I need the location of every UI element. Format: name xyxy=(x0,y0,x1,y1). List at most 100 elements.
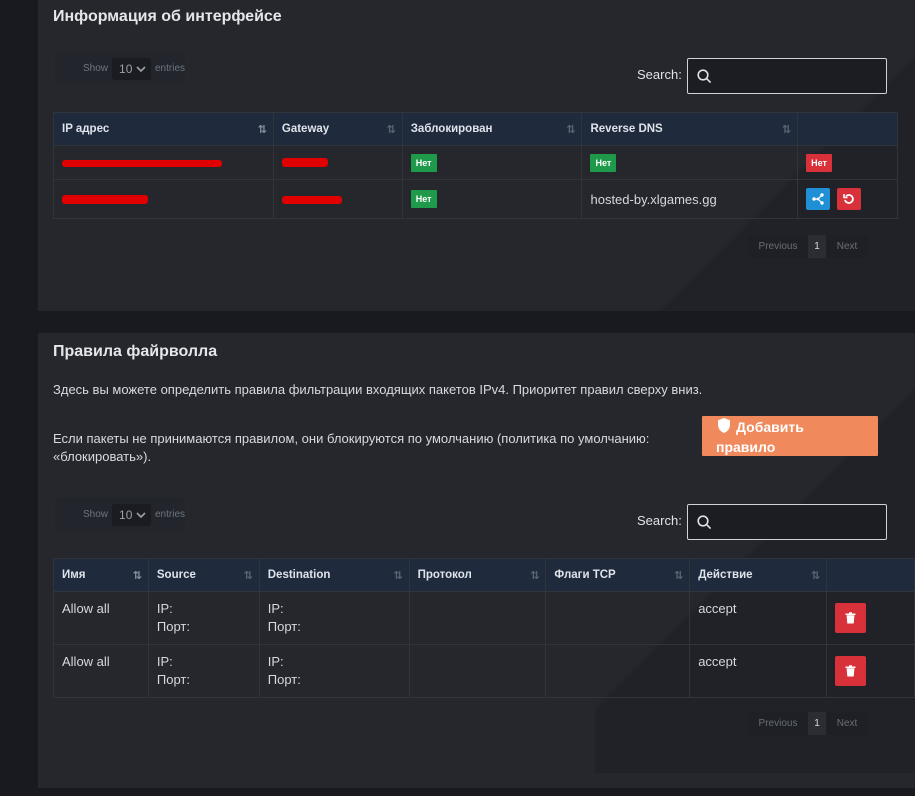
rdns-cell: Нет xyxy=(581,145,799,180)
interface-info-card: Информация об интерфейсе Show 10 entries… xyxy=(38,0,915,311)
pagination: Previous 1 Next xyxy=(748,712,868,735)
action-cell: accept xyxy=(689,591,828,645)
show-label: Show xyxy=(83,63,109,74)
entries-select[interactable]: 10 xyxy=(112,503,151,526)
table-row: Нет hosted-by.xlgames.gg xyxy=(53,179,898,219)
page-button[interactable]: 1 xyxy=(808,235,826,258)
search-label: Search: xyxy=(637,67,682,82)
table-row: Allow all IP: Порт: IP: Порт: accept xyxy=(53,644,915,698)
col-gateway[interactable]: Gateway ⇅ xyxy=(272,112,403,146)
table-row: Нет Нет Нет xyxy=(53,145,898,180)
actions-cell xyxy=(797,179,898,219)
entries-label: entries xyxy=(154,509,185,520)
prev-page-button[interactable]: Previous xyxy=(748,712,808,735)
col-delete xyxy=(826,558,915,592)
next-page-button[interactable]: Next xyxy=(826,235,868,258)
rule-name-cell: Allow all xyxy=(53,591,149,645)
col-tcp-flags[interactable]: Флаги TCP ⇅ xyxy=(545,558,691,592)
reset-button[interactable] xyxy=(836,188,861,210)
tcp-flags-cell xyxy=(545,591,691,645)
delete-rule-button[interactable] xyxy=(835,656,867,686)
trash-icon xyxy=(845,612,856,624)
trash-icon xyxy=(845,665,856,677)
chevron-down-icon xyxy=(136,511,146,518)
network-icon xyxy=(812,193,824,205)
delete-rule-button[interactable] xyxy=(835,603,867,633)
firewall-card-title: Правила файрволла xyxy=(53,343,218,360)
next-page-button[interactable]: Next xyxy=(826,712,868,735)
gateway-cell xyxy=(272,179,403,219)
firewall-rules-table: Имя ⇅ Source ⇅ Destination ⇅ Протокол ⇅ Флаг… xyxy=(53,558,915,698)
status-badge: Нет xyxy=(590,153,617,172)
sort-icon: ⇅ xyxy=(132,570,142,582)
search-icon xyxy=(697,515,712,530)
redacted-gateway xyxy=(281,158,328,167)
status-badge: Нет xyxy=(410,190,437,208)
reset-icon xyxy=(842,194,854,204)
search-input[interactable] xyxy=(687,504,887,540)
sort-icon: ⇅ xyxy=(386,124,396,136)
actions-cell: Нет xyxy=(797,145,898,180)
tcp-flags-cell xyxy=(545,644,691,698)
redacted-ip xyxy=(62,160,222,167)
blocked-cell: Нет xyxy=(401,145,583,180)
sort-icon: ⇅ xyxy=(243,570,253,582)
entries-value: 10 xyxy=(119,507,133,522)
blocked-cell: Нет xyxy=(401,179,583,219)
col-source[interactable]: Source ⇅ xyxy=(147,558,260,592)
delete-cell xyxy=(826,591,915,645)
destination-cell: IP: Порт: xyxy=(258,644,410,698)
col-destination[interactable]: Destination ⇅ xyxy=(258,558,410,592)
firewall-default-policy: Если пакеты не принимаются правилом, они… xyxy=(53,431,650,464)
interface-table: IP адрес ⇅ Gateway ⇅ Заблокирован ⇅ Reverse… xyxy=(53,112,898,219)
delete-cell xyxy=(826,644,915,698)
network-button[interactable] xyxy=(806,188,831,210)
protocol-cell xyxy=(408,591,547,645)
col-protocol[interactable]: Протокол ⇅ xyxy=(408,558,547,592)
col-actions xyxy=(797,112,898,146)
show-label: Show xyxy=(83,509,109,520)
col-name[interactable]: Имя ⇅ xyxy=(53,558,149,592)
sort-icon: ⇅ xyxy=(673,570,683,582)
firewall-card: Правила файрволла Здесь вы можете опреде… xyxy=(38,333,915,788)
entries-length-control: Show 10 entries xyxy=(55,52,185,85)
protocol-cell xyxy=(408,644,547,698)
redacted-ip xyxy=(62,194,148,204)
sort-icon: ⇅ xyxy=(257,124,267,136)
ip-cell xyxy=(53,179,274,219)
search-label: Search: xyxy=(637,513,682,528)
action-cell: accept xyxy=(689,644,828,698)
pagination: Previous 1 Next xyxy=(748,235,868,258)
page-button[interactable]: 1 xyxy=(808,712,826,735)
entries-label: entries xyxy=(154,63,185,74)
table-row: Allow all IP: Порт: IP: Порт: accept xyxy=(53,591,915,645)
add-rule-button[interactable]: Добавить правило xyxy=(702,416,878,456)
sort-icon: ⇅ xyxy=(393,570,402,582)
col-blocked[interactable]: Заблокирован ⇅ xyxy=(401,112,583,146)
source-cell: IP: Порт: xyxy=(147,591,260,645)
prev-page-button[interactable]: Previous xyxy=(748,235,808,258)
interface-card-title: Информация об интерфейсе xyxy=(53,8,282,25)
shield-icon xyxy=(718,418,730,433)
sort-icon: ⇅ xyxy=(566,124,575,136)
sort-icon: ⇅ xyxy=(810,570,820,582)
col-action[interactable]: Действие ⇅ xyxy=(689,558,828,592)
redacted-gateway xyxy=(281,195,342,204)
status-badge: Нет xyxy=(410,153,437,172)
rule-name-cell: Allow all xyxy=(53,644,149,698)
col-ip[interactable]: IP адрес ⇅ xyxy=(53,112,274,146)
entries-value: 10 xyxy=(119,61,133,76)
chevron-down-icon xyxy=(136,65,146,72)
ip-cell xyxy=(53,145,274,180)
search-icon xyxy=(697,69,712,84)
firewall-description: Здесь вы можете определить правила фильт… xyxy=(53,382,703,397)
entries-select[interactable]: 10 xyxy=(112,57,151,80)
source-cell: IP: Порт: xyxy=(147,644,260,698)
sort-icon: ⇅ xyxy=(781,124,791,136)
entries-length-control: Show 10 entries xyxy=(55,498,185,531)
destination-cell: IP: Порт: xyxy=(258,591,410,645)
rdns-cell: hosted-by.xlgames.gg xyxy=(581,179,799,219)
col-reverse-dns[interactable]: Reverse DNS ⇅ xyxy=(581,112,799,146)
search-input[interactable] xyxy=(687,58,887,94)
gateway-cell xyxy=(272,145,403,180)
